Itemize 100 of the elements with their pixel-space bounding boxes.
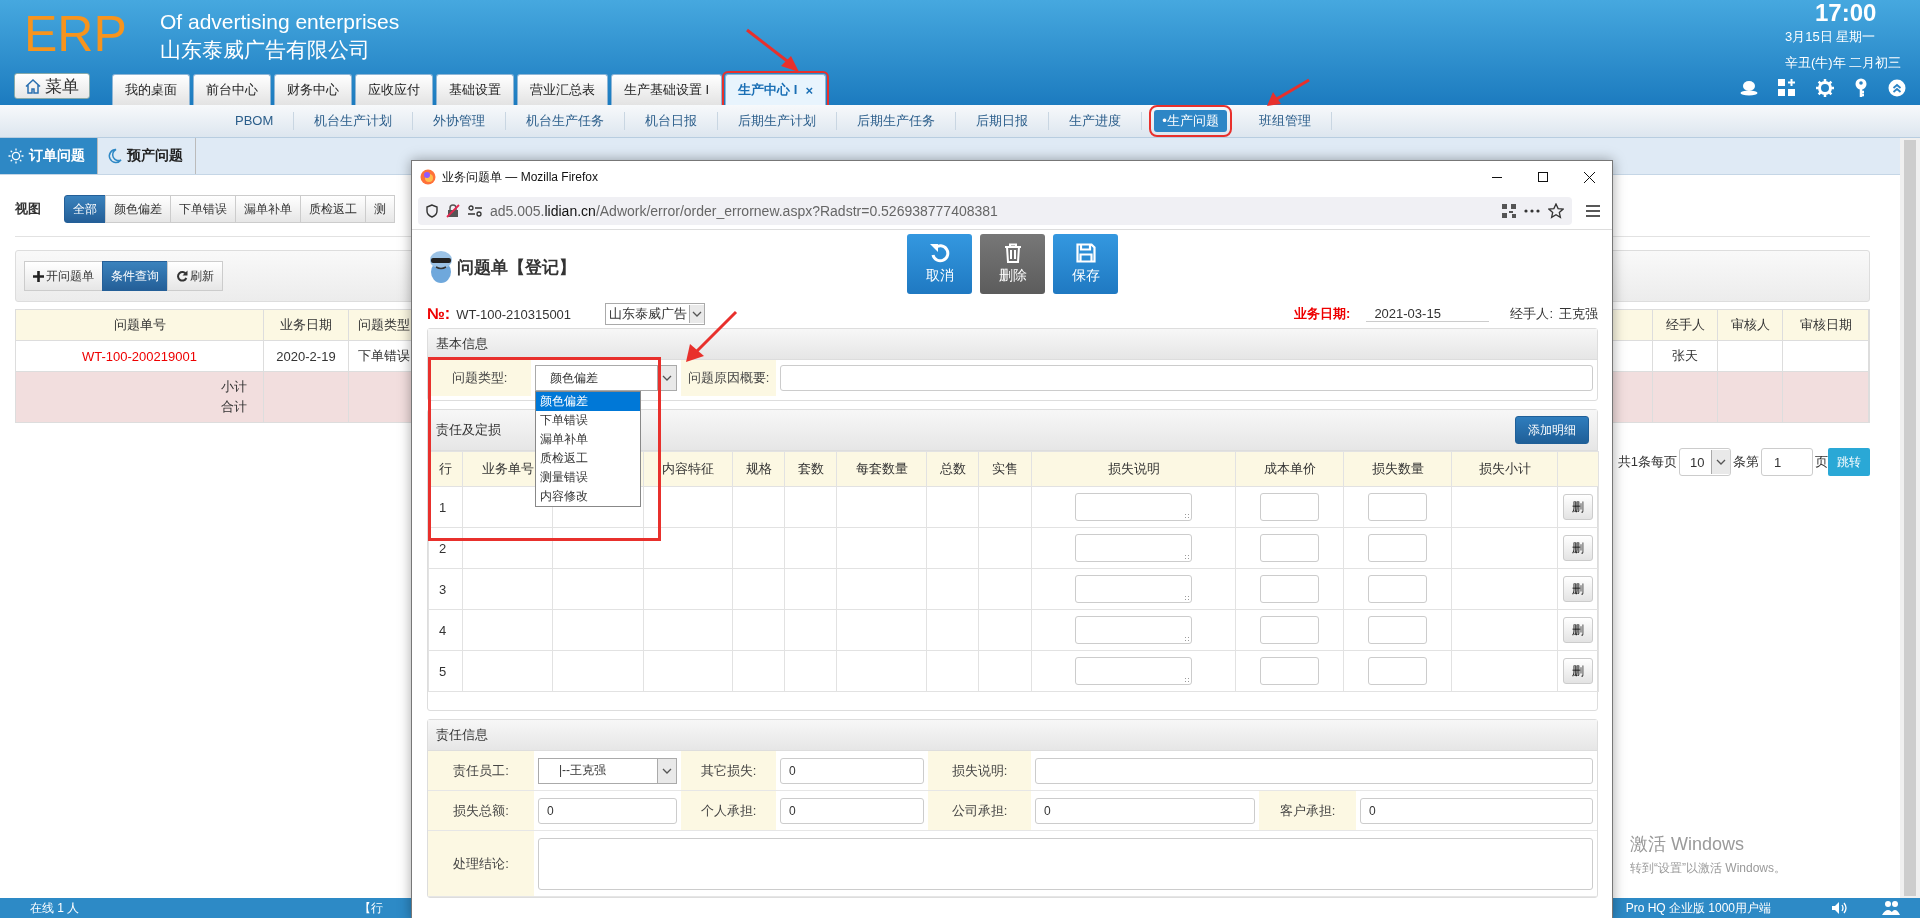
loss-note-field[interactable] — [1075, 575, 1192, 603]
module-tab[interactable]: 营业汇总表 — [517, 74, 608, 105]
module-tab[interactable]: 我的桌面 — [112, 74, 190, 105]
user-icon[interactable] — [1740, 79, 1758, 96]
sub-nav-item[interactable]: 机台生产任务 — [506, 112, 626, 130]
field-label: 问题原因概要: — [681, 360, 776, 396]
filter-button[interactable]: 全部 — [64, 195, 106, 223]
filter-button[interactable]: 颜色偏差 — [105, 195, 171, 223]
dropdown-option[interactable]: 漏单补单 — [536, 430, 640, 449]
field-label: 损失总额: — [428, 791, 534, 831]
close-icon[interactable]: × — [805, 82, 814, 98]
delete-row-button[interactable]: 删 — [1563, 658, 1593, 684]
speaker-icon[interactable] — [1831, 901, 1847, 915]
sub-nav-item[interactable]: 机台生产计划 — [294, 112, 414, 130]
filter-button[interactable]: 漏单补单 — [235, 195, 301, 223]
pointer-arrow — [745, 28, 801, 74]
company-select[interactable]: 山东泰威广告 — [605, 303, 706, 325]
users-icon[interactable] — [1882, 900, 1900, 916]
menu-icon[interactable] — [1586, 205, 1600, 217]
settings-icon[interactable] — [1816, 78, 1834, 97]
form-title: 问题单【登记】 — [457, 256, 576, 279]
sub-nav-item[interactable]: 后期日报 — [956, 112, 1050, 130]
delete-row-button[interactable]: 删 — [1563, 494, 1593, 520]
dropdown-option[interactable]: 颜色偏差 — [536, 392, 640, 411]
sub-nav-item[interactable]: 班组管理 — [1238, 112, 1332, 130]
page-size-select[interactable]: 10 — [1679, 448, 1731, 476]
dropdown-option[interactable]: 内容修改 — [536, 487, 640, 506]
toolbar-button[interactable]: 开问题单 — [24, 261, 103, 291]
add-detail-button[interactable]: 添加明细 — [1515, 416, 1589, 444]
module-tab[interactable]: 应收应付 — [355, 74, 433, 105]
date-label: 业务日期: — [1294, 305, 1351, 323]
loss-note-field[interactable] — [1075, 616, 1192, 644]
clock-time: 17:00 — [1814, 0, 1878, 26]
module-tab[interactable]: 生产基础设置 I — [611, 74, 723, 105]
number-field[interactable] — [1368, 616, 1427, 644]
more-icon[interactable] — [1524, 209, 1540, 213]
delete-row-button[interactable]: 删 — [1563, 535, 1593, 561]
filter-button[interactable]: 下单错误 — [170, 195, 236, 223]
key-icon[interactable] — [1854, 77, 1868, 98]
number-field[interactable] — [1260, 616, 1319, 644]
address-bar[interactable]: ad5.005.lidian.cn/Adwork/error/order_errornew.aspx?Radstr=0.526938777408381 — [418, 197, 1572, 225]
date-field[interactable]: 2021-03-15 — [1366, 306, 1490, 322]
sub-nav-item[interactable]: 后期生产计划 — [718, 112, 838, 130]
undo-button[interactable]: 取消 — [907, 234, 972, 294]
total-loss-field[interactable]: 0 — [538, 797, 677, 824]
toolbar-button[interactable]: 刷新 — [167, 261, 223, 291]
sub-nav-item[interactable]: 机台日报 — [625, 112, 719, 130]
column-header: 经手人 — [1653, 310, 1718, 341]
loss-note-field[interactable] — [1075, 657, 1192, 685]
collapse-icon[interactable] — [1888, 78, 1906, 97]
delete-row-button[interactable]: 删 — [1563, 617, 1593, 643]
number-field[interactable] — [1368, 657, 1427, 685]
page-number-field[interactable]: 1 — [1761, 448, 1813, 476]
number-field[interactable] — [1368, 575, 1427, 603]
loss-note-field[interactable] — [1075, 534, 1192, 562]
customer-share-field[interactable]: 0 — [1360, 797, 1593, 824]
other-loss-field[interactable]: 0 — [780, 757, 924, 784]
number-field[interactable] — [1368, 534, 1427, 562]
module-tab[interactable]: 基础设置 — [436, 74, 514, 105]
column-header: 损失说明 — [1031, 451, 1236, 487]
page-tab[interactable]: 订单问题 — [0, 138, 98, 174]
page-tab[interactable]: 预产问题 — [98, 138, 196, 174]
grid-plus-icon[interactable] — [1778, 78, 1796, 97]
personal-share-field[interactable]: 0 — [780, 797, 924, 824]
number-field[interactable] — [1260, 657, 1319, 685]
sub-nav-item[interactable]: 外协管理 — [413, 112, 507, 130]
section-title: 基本信息 — [428, 329, 1597, 360]
conclusion-field[interactable] — [538, 837, 1593, 890]
number-field[interactable] — [1368, 493, 1427, 521]
filter-button[interactable]: 质检返工 — [300, 195, 366, 223]
column-header: 问题单号 — [16, 310, 264, 341]
number-field[interactable] — [1260, 534, 1319, 562]
save-button[interactable]: 保存 — [1053, 234, 1118, 294]
company-share-field[interactable]: 0 — [1035, 797, 1255, 824]
module-tab[interactable]: 前台中心 — [193, 74, 271, 105]
sub-nav-item[interactable]: 后期生产任务 — [837, 112, 957, 130]
scrollbar[interactable] — [1900, 138, 1920, 898]
caret-icon — [662, 767, 672, 774]
field-label: 个人承担: — [681, 791, 776, 831]
sub-nav-item[interactable]: PBOM — [215, 112, 295, 130]
staff-select[interactable]: |--王克强 — [538, 757, 677, 784]
loss-note-field[interactable] — [1075, 493, 1192, 521]
star-icon[interactable] — [1548, 203, 1564, 219]
maximize-icon — [1538, 172, 1548, 182]
module-tab[interactable]: 财务中心 — [274, 74, 352, 105]
number-field[interactable] — [1260, 575, 1319, 603]
loss-note-field[interactable] — [1035, 757, 1593, 784]
reason-field[interactable] — [780, 365, 1593, 391]
undo-icon — [928, 243, 951, 263]
menu-button[interactable]: 菜单 — [14, 73, 90, 99]
number-field[interactable] — [1260, 493, 1319, 521]
handler-label: 经手人: — [1510, 305, 1553, 323]
dropdown-option[interactable]: 下单错误 — [536, 411, 640, 430]
delete-button[interactable]: 删除 — [980, 234, 1045, 294]
toolbar-button[interactable]: 条件查询 — [102, 261, 168, 291]
filter-button[interactable]: 测 — [365, 195, 395, 223]
sub-nav-item[interactable]: 生产进度 — [1049, 112, 1143, 130]
module-tab[interactable]: 生产中心 I × — [725, 74, 827, 105]
qr-code-icon[interactable] — [1502, 204, 1516, 218]
delete-row-button[interactable]: 删 — [1563, 576, 1593, 602]
